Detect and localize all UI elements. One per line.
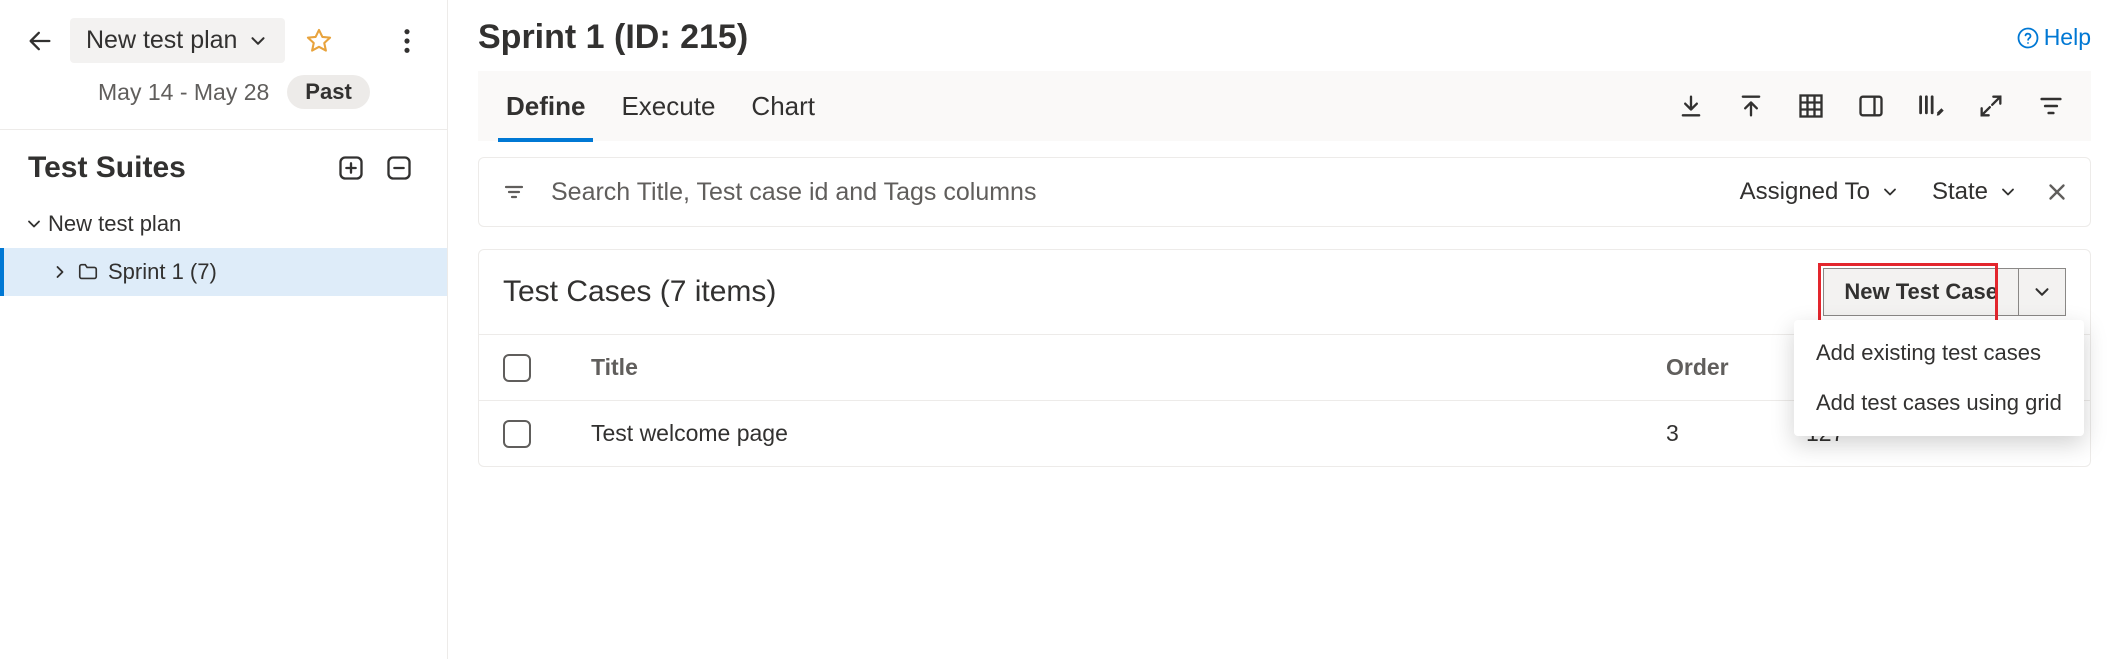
sidebar: New test plan May 14 - May 28 Past Test … (0, 0, 448, 659)
export-button[interactable] (1661, 76, 1721, 136)
column-options-button[interactable] (1901, 76, 1961, 136)
chevron-down-icon (2031, 281, 2053, 303)
star-icon (305, 27, 333, 55)
help-label: Help (2044, 24, 2091, 51)
tab-chart[interactable]: Chart (733, 71, 833, 141)
fullscreen-button[interactable] (1961, 76, 2021, 136)
side-panel-button[interactable] (1841, 76, 1901, 136)
tree-child-item[interactable]: Sprint 1 (7) (0, 248, 447, 296)
column-header-order[interactable]: Order (1666, 354, 1806, 381)
folder-icon (74, 261, 102, 283)
back-button[interactable] (20, 21, 60, 61)
state-filter[interactable]: State (1926, 178, 2024, 206)
close-icon (2044, 179, 2070, 205)
chevron-down-icon (20, 214, 48, 234)
upload-icon (1737, 92, 1765, 120)
state-label: State (1932, 178, 1988, 206)
columns-edit-icon (1916, 92, 1946, 120)
arrow-left-icon (26, 27, 54, 55)
select-all-checkbox[interactable] (503, 354, 531, 382)
minus-square-icon (385, 154, 413, 182)
expand-icon (1977, 92, 2005, 120)
test-cases-card: Test Cases (7 items) New Test Case Title… (478, 249, 2091, 467)
page-title: Sprint 1 (ID: 215) (478, 18, 2016, 57)
tree-child-label: Sprint 1 (7) (108, 259, 217, 285)
search-input[interactable] (549, 177, 1714, 208)
row-title: Test welcome page (583, 420, 1666, 447)
chevron-down-icon (247, 30, 269, 52)
tree-root-label: New test plan (48, 211, 181, 237)
plan-status-badge: Past (287, 75, 369, 109)
column-header-title[interactable]: Title (583, 354, 1666, 381)
help-link[interactable]: Help (2016, 24, 2091, 51)
assigned-to-label: Assigned To (1740, 178, 1870, 206)
favorite-button[interactable] (299, 21, 339, 61)
filter-list-icon (499, 180, 529, 204)
help-icon (2016, 26, 2040, 50)
new-test-case-menu: Add existing test cases Add test cases u… (1794, 320, 2084, 436)
chevron-down-icon (1880, 182, 1900, 202)
tab-define[interactable]: Define (488, 71, 603, 141)
plus-square-icon (337, 154, 365, 182)
panel-right-icon (1857, 92, 1885, 120)
grid-view-button[interactable] (1781, 76, 1841, 136)
import-button[interactable] (1721, 76, 1781, 136)
row-checkbox[interactable] (503, 420, 531, 448)
more-vertical-icon (403, 27, 411, 55)
plan-date-range: May 14 - May 28 (98, 79, 269, 106)
filter-toggle-button[interactable] (2021, 76, 2081, 136)
test-plan-name: New test plan (86, 26, 237, 55)
tab-bar: Define Execute Chart (478, 71, 2091, 141)
test-cases-heading: Test Cases (7 items) (503, 275, 1823, 309)
tree-root-item[interactable]: New test plan (0, 200, 447, 248)
main-content: Sprint 1 (ID: 215) Help Define Execute C… (448, 0, 2121, 659)
row-order: 3 (1666, 420, 1806, 447)
collapse-suite-button[interactable] (379, 148, 419, 188)
chevron-down-icon (1998, 182, 2018, 202)
test-suites-heading: Test Suites (28, 151, 323, 185)
clear-filters-button[interactable] (2044, 179, 2070, 205)
filter-bar: Assigned To State (478, 157, 2091, 227)
new-test-case-button[interactable]: New Test Case (1824, 269, 2019, 315)
new-test-case-split-button: New Test Case (1823, 268, 2066, 316)
more-options-button[interactable] (387, 21, 427, 61)
download-icon (1677, 92, 1705, 120)
assigned-to-filter[interactable]: Assigned To (1734, 178, 1906, 206)
menu-add-grid[interactable]: Add test cases using grid (1794, 378, 2084, 428)
menu-add-existing[interactable]: Add existing test cases (1794, 328, 2084, 378)
tab-execute[interactable]: Execute (603, 71, 733, 141)
test-plan-selector[interactable]: New test plan (70, 18, 285, 63)
new-test-case-dropdown-button[interactable] (2019, 269, 2065, 315)
add-suite-button[interactable] (331, 148, 371, 188)
suite-tree: New test plan Sprint 1 (7) (0, 196, 447, 300)
grid-icon (1797, 92, 1825, 120)
filter-icon (2037, 92, 2065, 120)
chevron-right-icon (46, 262, 74, 282)
